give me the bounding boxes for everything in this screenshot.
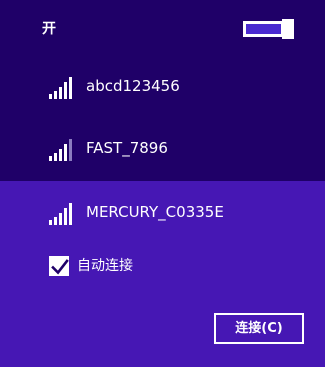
toggle-thumb[interactable] (282, 19, 294, 39)
network-name: abcd123456 (86, 77, 180, 95)
checkmark-icon (51, 259, 69, 275)
connect-button[interactable]: 连接(C) (214, 313, 304, 344)
network-item[interactable]: abcd123456 (0, 75, 325, 99)
wifi-state-label: 开 (42, 21, 56, 37)
wifi-flyout-panel: 开 abcd123456 FAST_7896 MERCURY_C0335E 自动… (0, 0, 325, 367)
network-item[interactable]: FAST_7896 (0, 137, 325, 161)
wifi-toggle-switch[interactable] (243, 19, 294, 39)
network-name: MERCURY_C0335E (86, 203, 224, 221)
wifi-signal-icon (49, 75, 75, 99)
wifi-signal-icon (49, 201, 75, 225)
wifi-signal-icon (49, 137, 75, 161)
network-name: FAST_7896 (86, 139, 168, 157)
auto-connect-label: 自动连接 (77, 258, 133, 274)
network-item-selected[interactable]: MERCURY_C0335E (0, 201, 325, 225)
auto-connect-checkbox[interactable] (49, 256, 69, 276)
toggle-fill (246, 24, 281, 34)
